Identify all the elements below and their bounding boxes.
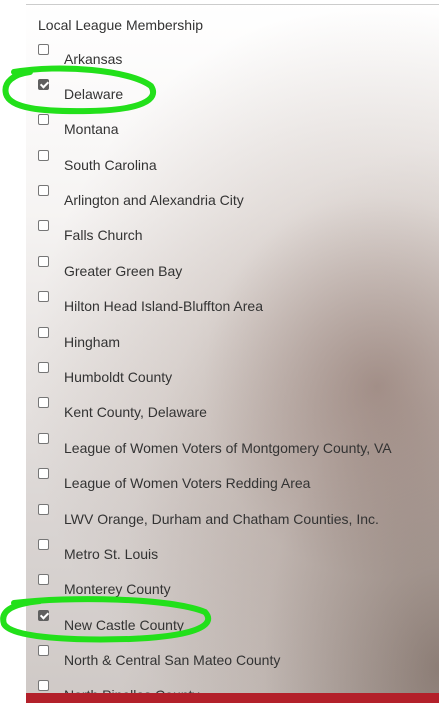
checkbox[interactable] [38,150,49,161]
checkbox[interactable] [38,291,49,302]
checkbox-label: Humboldt County [64,369,173,385]
checkbox[interactable] [38,256,49,267]
checkbox-label: New Castle County [64,617,184,633]
checkbox[interactable] [38,539,49,550]
checkbox[interactable] [38,680,49,691]
checkbox[interactable] [38,504,49,515]
checkbox-label: League of Women Voters of Montgomery Cou… [64,440,392,456]
checkbox[interactable] [38,645,49,656]
checkbox-label: South Carolina [64,157,157,173]
checkbox-label: League of Women Voters Redding Area [64,475,311,491]
checkbox[interactable] [38,574,49,585]
checkbox-label: Arlington and Alexandria City [64,192,244,208]
checkbox-label: Monterey County [64,581,171,597]
checkbox-label: Falls Church [64,227,143,243]
checkbox[interactable] [38,114,49,125]
checkbox-label: Kent County, Delaware [64,404,207,420]
checkbox-label: Greater Green Bay [64,263,183,279]
checkbox-label: Arkansas [64,51,123,67]
checkbox[interactable] [38,610,49,621]
checkbox-label: Hingham [64,334,121,350]
checkbox-label: LWV Orange, Durham and Chatham Counties,… [64,511,379,527]
checkbox[interactable] [38,468,49,479]
membership-heading: Local League Membership [38,17,203,33]
checkbox[interactable] [38,185,49,196]
checkbox[interactable] [38,362,49,373]
checkbox[interactable] [38,433,49,444]
checkbox-label: Metro St. Louis [64,546,159,562]
divider [26,4,439,5]
checkbox[interactable] [38,220,49,231]
checkbox[interactable] [38,327,49,338]
checkbox[interactable] [38,79,49,90]
checkbox[interactable] [38,44,49,55]
checkbox-label: Montana [64,121,119,137]
checkbox-label: Delaware [64,86,124,102]
checkbox[interactable] [38,397,49,408]
checkbox-label: Hilton Head Island-Bluffton Area [64,298,263,314]
checkbox-label: North & Central San Mateo County [64,652,281,668]
footer-accent-bar [26,693,439,703]
background-photo [26,0,439,703]
